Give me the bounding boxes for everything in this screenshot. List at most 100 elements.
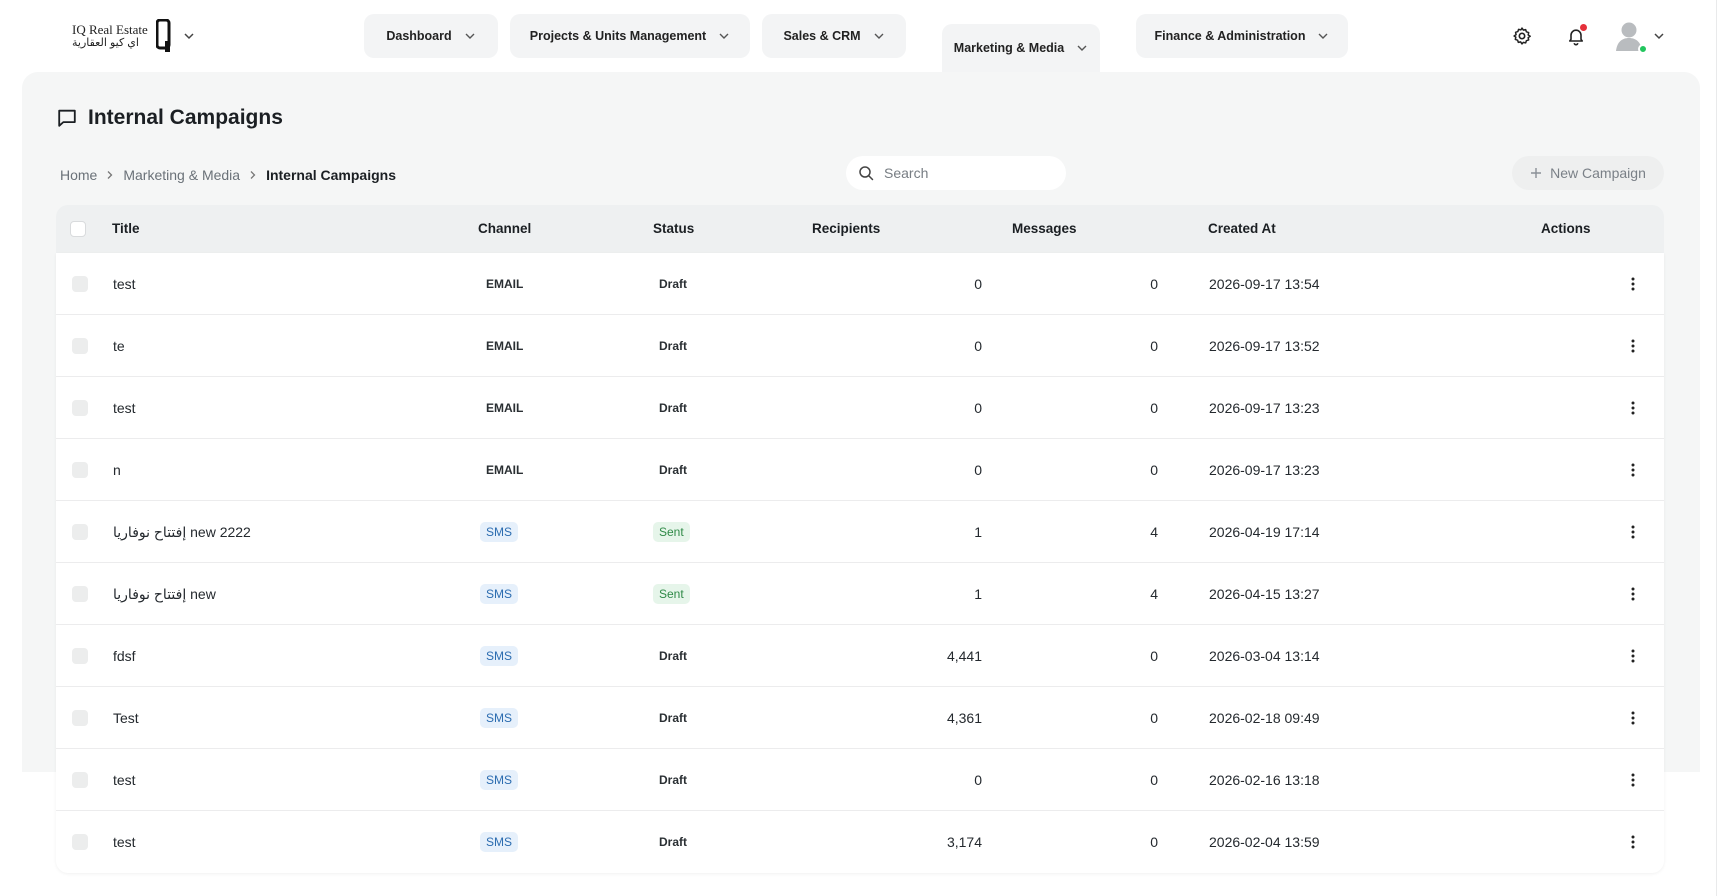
recipients-count: 0 [974,276,982,292]
row-checkbox[interactable] [72,772,88,788]
row-actions-button[interactable] [1625,377,1641,439]
row-checkbox[interactable] [72,276,88,292]
row-actions-button[interactable] [1625,439,1641,501]
table-row-4[interactable]: n EMAIL Draft 0 0 2026-09-17 13:23 [56,439,1664,501]
nav-tab-sales-crm[interactable]: Sales & CRM [762,14,906,58]
column-header-channel[interactable]: Channel [478,205,531,253]
row-checkbox[interactable] [72,462,88,478]
status-badge: Draft [659,401,688,415]
row-actions-button[interactable] [1625,563,1641,625]
nav-tab-marketing-media[interactable]: Marketing & Media [942,24,1100,72]
campaign-title[interactable]: إفتتاح نوفاريا new 2222 [113,501,251,563]
messages-count: 4 [1150,524,1158,540]
table-row-6[interactable]: إفتتاح نوفاريا new SMS Sent 1 4 2026-04-… [56,563,1664,625]
column-header-status[interactable]: Status [653,205,694,253]
messages-count: 0 [1150,400,1158,416]
created-at: 2026-02-18 09:49 [1209,710,1320,726]
more-vertical-icon [1631,649,1635,663]
row-checkbox[interactable] [72,524,88,540]
column-header-recipients[interactable]: Recipients [812,205,880,253]
table-row-1[interactable]: test EMAIL Draft 0 0 2026-09-17 13:54 [56,253,1664,315]
table-row-3[interactable]: test EMAIL Draft 0 0 2026-09-17 13:23 [56,377,1664,439]
table-row-8[interactable]: Test SMS Draft 4,361 0 2026-02-18 09:49 [56,687,1664,749]
row-actions-button[interactable] [1625,749,1641,811]
column-header-title[interactable]: Title [112,205,140,253]
status-badge: Sent [653,522,690,542]
status-badge: Draft [659,649,688,663]
recipients-count: 0 [974,338,982,354]
channel-badge: SMS [480,646,519,666]
nav-tab-finance-admin[interactable]: Finance & Administration [1136,14,1348,58]
chevron-down-icon [1077,45,1087,51]
messages-count: 0 [1150,648,1158,664]
table-row-10[interactable]: test SMS Draft 3,174 0 2026-02-04 13:59 [56,811,1664,873]
brand-logo[interactable]: IQ Real Estate اي كيو العقارية [72,18,196,54]
more-vertical-icon [1631,711,1635,725]
more-vertical-icon [1631,773,1635,787]
status-badge: Draft [659,339,688,353]
table-row-9[interactable]: test SMS Draft 0 0 2026-02-16 13:18 [56,749,1664,811]
chevron-down-icon[interactable] [1652,29,1666,43]
campaign-title[interactable]: إفتتاح نوفاريا new [113,563,216,625]
campaign-title[interactable]: test [113,749,136,811]
row-actions-button[interactable] [1625,501,1641,563]
page-scrollbar[interactable] [1716,0,1728,896]
created-at: 2026-09-17 13:23 [1209,400,1320,416]
campaign-title[interactable]: fdsf [113,625,136,687]
column-header-messages[interactable]: Messages [1012,205,1077,253]
status-badge: Draft [659,463,688,477]
row-checkbox[interactable] [72,586,88,602]
status-badge: Draft [659,711,688,725]
row-actions-button[interactable] [1625,811,1641,873]
breadcrumb-home[interactable]: Home [60,167,97,183]
channel-badge: SMS [480,832,519,852]
created-at: 2026-02-16 13:18 [1209,772,1320,788]
gear-icon [1513,27,1531,45]
row-checkbox[interactable] [72,648,88,664]
nav-tab-projects[interactable]: Projects & Units Management [510,14,750,58]
created-at: 2026-02-04 13:59 [1209,834,1320,850]
row-actions-button[interactable] [1625,625,1641,687]
brand-name-ar: اي كيو العقارية [72,37,139,50]
recipients-count: 0 [974,462,982,478]
created-at: 2026-09-17 13:54 [1209,276,1320,292]
messages-count: 0 [1150,772,1158,788]
chevron-down-icon [465,33,475,39]
table-row-2[interactable]: te EMAIL Draft 0 0 2026-09-17 13:52 [56,315,1664,377]
row-checkbox[interactable] [72,400,88,416]
settings-button[interactable] [1508,22,1536,50]
row-actions-button[interactable] [1625,253,1641,315]
table-row-7[interactable]: fdsf SMS Draft 4,441 0 2026-03-04 13:14 [56,625,1664,687]
row-actions-button[interactable] [1625,687,1641,749]
campaign-title[interactable]: test [113,377,136,439]
campaign-title[interactable]: n [113,439,121,501]
chevron-right-icon [107,171,113,179]
breadcrumb-current: Internal Campaigns [266,167,396,183]
table-row-5[interactable]: إفتتاح نوفاريا new 2222 SMS Sent 1 4 202… [56,501,1664,563]
table-header: Title Channel Status Recipients Messages… [56,205,1664,253]
row-checkbox[interactable] [72,710,88,726]
search-input[interactable] [884,165,1054,181]
campaign-title[interactable]: test [113,253,136,315]
campaign-title[interactable]: test [113,811,136,873]
notifications-button[interactable] [1562,22,1590,50]
row-checkbox[interactable] [72,834,88,850]
messages-count: 0 [1150,338,1158,354]
campaign-title[interactable]: te [113,315,125,377]
row-checkbox[interactable] [72,338,88,354]
channel-badge: EMAIL [486,277,524,291]
more-vertical-icon [1631,463,1635,477]
status-badge: Sent [653,584,690,604]
more-vertical-icon [1631,277,1635,291]
recipients-count: 1 [974,524,982,540]
new-campaign-button[interactable]: New Campaign [1512,156,1664,190]
user-avatar[interactable] [1612,18,1648,54]
column-header-created-at[interactable]: Created At [1208,205,1276,253]
chevron-down-icon[interactable] [182,29,196,43]
breadcrumb-marketing-media[interactable]: Marketing & Media [123,167,240,183]
campaign-title[interactable]: Test [113,687,139,749]
search-box[interactable] [846,156,1066,190]
nav-tab-dashboard[interactable]: Dashboard [364,14,498,58]
row-actions-button[interactable] [1625,315,1641,377]
select-all-checkbox[interactable] [70,221,86,237]
